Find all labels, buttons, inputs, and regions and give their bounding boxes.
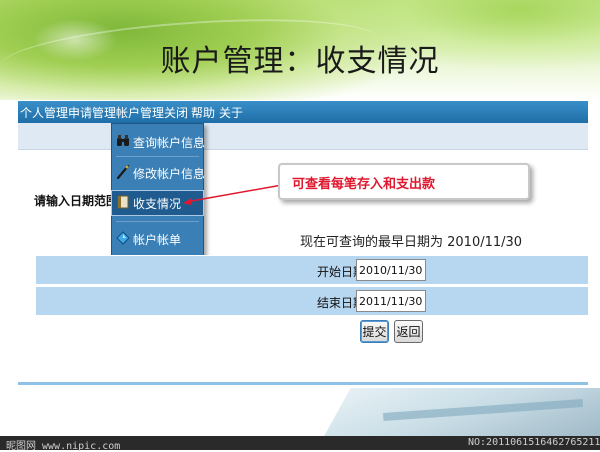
callout-text: 可查看每笔存入和支出款 [292,177,436,192]
sub-bar [18,123,588,150]
date-range-label: 请输入日期范围 [34,194,119,208]
nav-item-help[interactable]: 帮助 [191,104,215,121]
menu-item-account-statement[interactable]: 帐户帐单 [112,227,203,251]
watermark-right: NO:20110615164627652112 [468,437,600,448]
book-icon [117,195,129,209]
account-dropdown-menu: 查询帐户信息 修改帐户信息 收支情况 帐户帐单 [111,123,206,257]
menu-item-label: 查询帐户信息 [133,136,206,150]
menu-item-edit-account[interactable]: 修改帐户信息 [112,161,206,185]
menu-item-label: 修改帐户信息 [133,167,206,181]
menu-item-query-account[interactable]: 查询帐户信息 [112,130,206,154]
nav-item-personal[interactable]: 个人管理 [20,104,68,121]
nav-item-application[interactable]: 申请管理 [68,104,116,121]
decorative-pages-image [323,388,600,438]
end-date-input[interactable] [356,290,426,312]
nav-item-about[interactable]: 关于 [219,104,243,121]
binoculars-icon [117,135,129,146]
menu-item-label: 帐户帐单 [133,233,182,247]
menu-item-label: 收支情况 [133,197,182,211]
top-nav-bar: 个人管理 申请管理 帐户管理 关闭 帮助 关于 [18,101,588,123]
start-date-input[interactable] [356,259,426,281]
end-date-row: 结束日期 [36,286,588,315]
content-bottom-divider [18,382,588,385]
diamond-icon [116,231,130,245]
callout-box: 可查看每笔存入和支出款 [278,163,530,200]
menu-divider [116,221,199,222]
earliest-date-text: 现在可查询的最早日期为 2010/11/30 [300,235,523,250]
pen-icon [116,165,130,179]
slide-title: 账户管理：收支情况 [160,44,440,79]
nav-item-account[interactable]: 帐户管理 [116,104,164,121]
back-button[interactable]: 返回 [394,320,423,343]
nav-item-close[interactable]: 关闭 [164,104,188,121]
menu-divider [116,156,199,157]
start-date-row: 开始日期 [36,255,588,284]
menu-item-income-expense[interactable]: 收支情况 [111,190,204,216]
submit-button[interactable]: 提交 [360,320,389,343]
